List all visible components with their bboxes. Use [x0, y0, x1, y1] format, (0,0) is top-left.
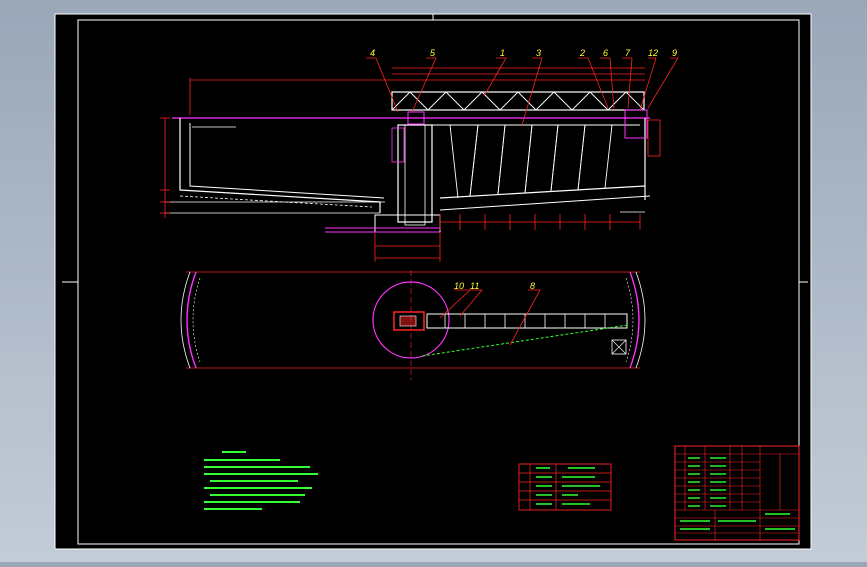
callout-3: 3: [536, 48, 541, 58]
callout-8: 8: [530, 281, 535, 291]
callout-1: 1: [500, 48, 505, 58]
callout-6: 6: [603, 48, 608, 58]
callout-2: 2: [579, 48, 585, 58]
drawing-canvas: 4 5 1 3 2 6 7 12 9 10 11 8: [54, 13, 812, 550]
drawing-sheet: [54, 13, 812, 550]
callout-4: 4: [370, 48, 375, 58]
callout-11: 11: [470, 281, 479, 291]
callout-9: 9: [672, 48, 677, 58]
callout-12: 12: [648, 48, 658, 58]
cad-viewport[interactable]: 4 5 1 3 2 6 7 12 9 10 11 8: [0, 0, 867, 562]
callout-10: 10: [454, 281, 464, 291]
